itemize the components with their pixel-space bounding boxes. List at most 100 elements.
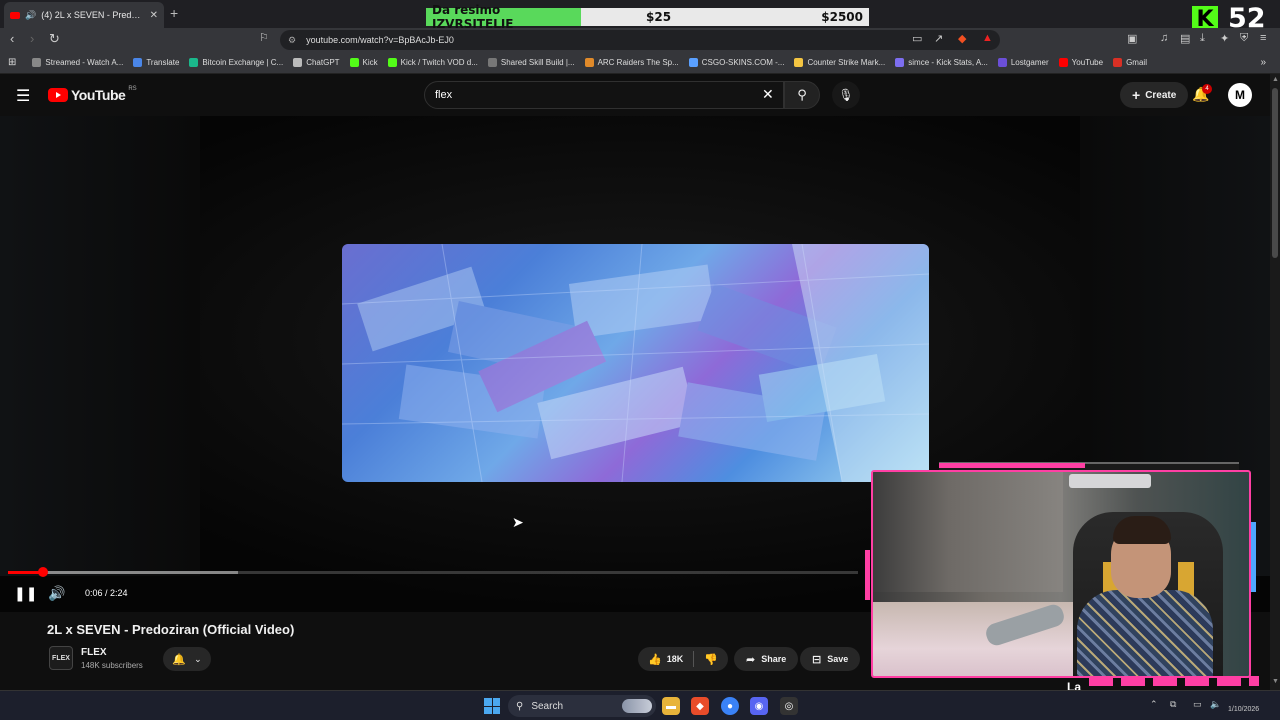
- goal-title: Da resimo IZVRSITELJE: [426, 3, 581, 31]
- bookmark-label: Counter Strike Mark...: [807, 58, 886, 67]
- cast-icon[interactable]: ▭: [912, 32, 922, 45]
- bookmark-label: CSGO-SKINS.COM -...: [701, 58, 785, 67]
- clear-search-icon[interactable]: ✕: [762, 86, 774, 103]
- obs-icon[interactable]: ◎: [780, 697, 798, 715]
- bookmark-label: Shared Skill Build |...: [500, 58, 575, 67]
- bookmark-item[interactable]: Kick: [349, 58, 378, 67]
- like-dislike-group: 👍 18K 👎: [638, 647, 728, 671]
- thumbs-down-icon[interactable]: 👎: [704, 653, 718, 666]
- youtube-play-icon: [48, 88, 68, 102]
- vpn-icon[interactable]: ⛨: [1240, 32, 1248, 45]
- bookmark-item[interactable]: YouTube: [1058, 58, 1103, 67]
- subscribed-notification-button[interactable]: 🔔 ⌄: [163, 647, 211, 671]
- bookmark-item[interactable]: Shared Skill Build |...: [487, 58, 575, 67]
- bookmark-item[interactable]: Kick / Twitch VOD d...: [387, 58, 478, 67]
- bookmark-label: Gmail: [1126, 58, 1147, 67]
- create-button[interactable]: + Create: [1120, 82, 1189, 108]
- new-tab-icon[interactable]: +: [170, 5, 178, 21]
- bookmark-item[interactable]: Lostgamer: [997, 58, 1049, 67]
- share-page-icon[interactable]: ↗: [934, 32, 943, 45]
- like-button[interactable]: 👍 18K: [648, 653, 683, 666]
- webcam-overlay: La: [859, 462, 1259, 694]
- close-tab-icon[interactable]: ✕: [150, 10, 158, 21]
- browser-tab[interactable]: 🔊 (4) 2L x SEVEN - Predoziran (O ✕: [4, 2, 164, 28]
- reload-icon[interactable]: ↻: [49, 31, 60, 47]
- menu-icon[interactable]: ≡: [1260, 32, 1266, 44]
- search-input[interactable]: flex: [424, 81, 784, 109]
- rewards-icon[interactable]: ▲: [982, 32, 993, 44]
- save-icon: ⊟: [812, 653, 822, 666]
- channel-name[interactable]: FLEX: [81, 647, 107, 658]
- video-frame-money[interactable]: [342, 244, 929, 482]
- discord-icon[interactable]: ◉: [750, 697, 768, 715]
- scroll-thumb[interactable]: [1272, 88, 1278, 258]
- brave-shield-icon[interactable]: ◆: [958, 32, 966, 45]
- tray-app-icon[interactable]: ⧉: [1170, 699, 1176, 710]
- bookmark-icon[interactable]: ⚐: [259, 31, 269, 44]
- microphone-icon: 🎙: [838, 88, 854, 102]
- search-button[interactable]: ⚲: [784, 81, 820, 109]
- bookmark-item[interactable]: ARC Raiders The Sp...: [584, 58, 679, 67]
- network-icon[interactable]: ▭: [1193, 699, 1202, 710]
- scroll-down-icon[interactable]: ▼: [1272, 678, 1279, 685]
- forward-icon[interactable]: ›: [30, 31, 34, 46]
- voice-search-button[interactable]: 🎙: [832, 81, 860, 109]
- pause-icon[interactable]: ❚❚: [14, 585, 37, 602]
- bookmark-favicon-icon: [1058, 58, 1068, 67]
- chrome-icon[interactable]: ●: [721, 697, 739, 715]
- bookmark-item[interactable]: CSGO-SKINS.COM -...: [688, 58, 785, 67]
- create-label: Create: [1145, 89, 1177, 101]
- webcam-left-glow: [865, 550, 870, 600]
- windows-taskbar: ⚲ Search ▬ ◆ ● ◉ ◎ ⌃ ⧉ ▭ 🔈 1/10/2026: [0, 690, 1280, 720]
- bookmark-item[interactable]: Bitcoin Exchange | C...: [189, 58, 283, 67]
- media-icon[interactable]: ♫: [1160, 32, 1168, 44]
- address-toolbar: ‹ › ↻ ⚐ ⚙ youtube.com/watch?v=BpBAcJb-EJ…: [0, 28, 1280, 52]
- thumbs-up-icon: 👍: [648, 653, 662, 666]
- url-text: youtube.com/watch?v=BpBAcJb-EJ0: [306, 35, 454, 45]
- extensions-icon[interactable]: ✦: [1220, 32, 1229, 45]
- taskbar-search-label: Search: [531, 700, 564, 712]
- bookmark-item[interactable]: Gmail: [1113, 58, 1147, 67]
- plus-icon: +: [1132, 87, 1141, 103]
- scroll-up-icon[interactable]: ▲: [1272, 76, 1279, 83]
- video-title: 2L x SEVEN - Predoziran (Official Video): [47, 622, 295, 637]
- search-icon: ⚲: [797, 87, 807, 102]
- bookmarks-overflow-icon[interactable]: »: [1260, 57, 1266, 68]
- downloads-icon[interactable]: ⤓: [1200, 32, 1205, 45]
- bookmark-favicon-icon: [1113, 58, 1123, 67]
- system-clock[interactable]: 1/10/2026: [1228, 695, 1259, 715]
- tray-overflow-icon[interactable]: ⌃: [1150, 699, 1158, 710]
- taskbar-search[interactable]: ⚲ Search: [508, 695, 656, 717]
- bookmark-favicon-icon: [584, 58, 594, 67]
- webcam-person-hair: [1113, 516, 1171, 544]
- speaker-icon[interactable]: 🔊: [25, 10, 36, 21]
- volume-tray-icon[interactable]: 🔈: [1210, 699, 1221, 710]
- site-info-icon[interactable]: ⚙: [288, 35, 296, 46]
- bookmark-item[interactable]: simce - Kick Stats, A...: [895, 58, 988, 67]
- search-query: flex: [435, 89, 453, 101]
- page-scrollbar[interactable]: ▲ ▼: [1270, 74, 1280, 690]
- apps-grid-icon[interactable]: ⊞: [8, 57, 16, 68]
- volume-icon[interactable]: 🔊: [48, 585, 65, 602]
- bookmark-item[interactable]: Streamed - Watch A...: [32, 58, 123, 67]
- bookmark-item[interactable]: ChatGPT: [293, 58, 340, 67]
- tab-title: (4) 2L x SEVEN - Predoziran (O: [41, 10, 144, 20]
- share-button[interactable]: ➦ Share: [734, 647, 799, 671]
- back-icon[interactable]: ‹: [10, 31, 14, 46]
- bookmark-favicon-icon: [688, 58, 698, 67]
- reading-list-icon[interactable]: ▤: [1180, 32, 1190, 45]
- save-button[interactable]: ⊟ Save: [800, 647, 861, 671]
- channel-avatar[interactable]: FLEX: [49, 646, 73, 670]
- youtube-logo[interactable]: YouTube RS: [48, 86, 137, 103]
- brave-browser-icon[interactable]: ◆: [691, 697, 709, 715]
- account-avatar[interactable]: M: [1228, 83, 1252, 107]
- bookmark-item[interactable]: Counter Strike Mark...: [794, 58, 885, 67]
- windows-start-icon[interactable]: [484, 698, 500, 714]
- url-bar[interactable]: ⚙ youtube.com/watch?v=BpBAcJb-EJ0: [280, 30, 1000, 50]
- file-explorer-icon[interactable]: ▬: [662, 697, 680, 715]
- sidebar-icon[interactable]: ▣: [1127, 32, 1137, 45]
- bookmark-favicon-icon: [997, 58, 1007, 67]
- progress-bar[interactable]: [8, 567, 858, 577]
- bookmark-item[interactable]: Translate: [133, 58, 179, 67]
- hamburger-menu-icon[interactable]: ☰: [16, 86, 30, 106]
